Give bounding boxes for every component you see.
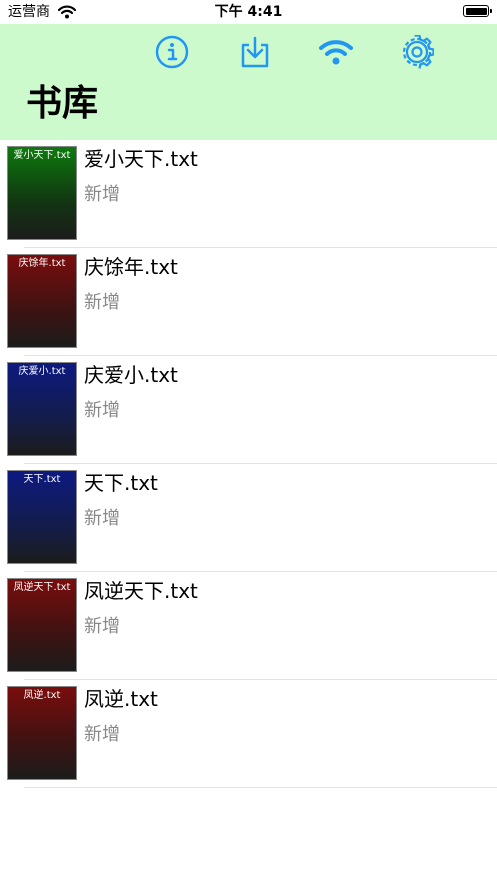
cover-title: 凤逆.txt [23, 690, 61, 701]
wifi-icon[interactable] [318, 34, 354, 70]
book-row[interactable]: 爱小天下.txt 爱小天下.txt 新增 [0, 140, 497, 248]
book-row[interactable]: 庆馀年.txt 庆馀年.txt 新增 [0, 248, 497, 356]
book-row[interactable]: 凤逆天下.txt 凤逆天下.txt 新增 [0, 572, 497, 680]
clock: 下午 4:41 [214, 4, 283, 20]
book-title: 凤逆天下.txt [84, 579, 198, 603]
book-title: 凤逆.txt [84, 687, 158, 711]
book-status: 新增 [84, 184, 120, 205]
cover-title: 天下.txt [23, 474, 61, 485]
info-icon[interactable] [154, 34, 190, 70]
book-cover: 凤逆天下.txt [7, 578, 77, 672]
book-cover: 爱小天下.txt [7, 146, 77, 240]
book-cover: 庆馀年.txt [7, 254, 77, 348]
cover-title: 庆爱小.txt [18, 366, 66, 377]
cover-title: 爱小天下.txt [13, 150, 71, 161]
book-title: 庆爱小.txt [84, 363, 178, 387]
gear-icon[interactable] [399, 34, 435, 70]
status-bar: 运营商 下午 4:41 [0, 0, 497, 24]
row-divider [24, 787, 497, 788]
cover-title: 凤逆天下.txt [13, 582, 71, 593]
navigation-bar: 书库 [0, 24, 497, 140]
book-list: 爱小天下.txt 爱小天下.txt 新增 庆馀年.txt 庆馀年.txt 新增 … [0, 140, 497, 788]
book-status: 新增 [84, 508, 120, 529]
book-title: 庆馀年.txt [84, 255, 178, 279]
book-title: 爱小天下.txt [84, 147, 198, 171]
book-cover: 天下.txt [7, 470, 77, 564]
book-status: 新增 [84, 724, 120, 745]
cover-title: 庆馀年.txt [18, 258, 66, 269]
book-status: 新增 [84, 292, 120, 313]
book-row[interactable]: 天下.txt 天下.txt 新增 [0, 464, 497, 572]
book-title: 天下.txt [84, 471, 158, 495]
book-status: 新增 [84, 616, 120, 637]
download-icon[interactable] [237, 34, 273, 70]
page-title: 书库 [26, 83, 99, 124]
book-row[interactable]: 凤逆.txt 凤逆.txt 新增 [0, 680, 497, 788]
book-cover: 庆爱小.txt [7, 362, 77, 456]
book-cover: 凤逆.txt [7, 686, 77, 780]
book-status: 新增 [84, 400, 120, 421]
book-row[interactable]: 庆爱小.txt 庆爱小.txt 新增 [0, 356, 497, 464]
battery-icon [463, 5, 492, 17]
